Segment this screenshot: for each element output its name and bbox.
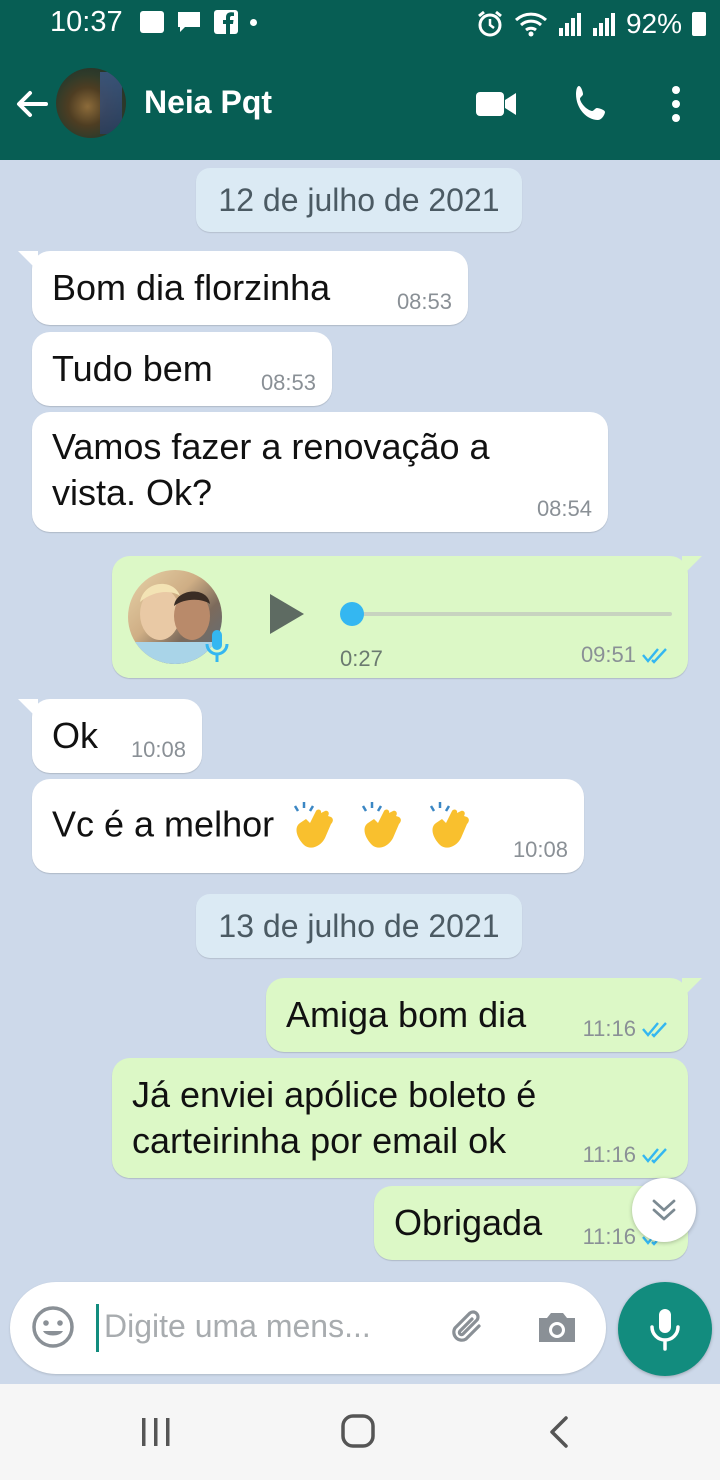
read-ticks-icon <box>642 648 667 664</box>
message-text: Já enviei apólice boleto é carteirinha p… <box>132 1072 536 1164</box>
message-meta: 09:51 <box>581 642 672 668</box>
message-incoming[interactable]: Ok 10:08 <box>18 699 202 773</box>
alarm-icon <box>478 10 502 37</box>
clapping-hands-emoji <box>290 802 484 848</box>
message-text-line: vista. Ok? <box>52 472 213 513</box>
audio-progress-track[interactable] <box>352 612 672 616</box>
message-meta: 10:08 <box>513 837 568 863</box>
message-time: 09:51 <box>580 642 636 667</box>
message-voice-outgoing[interactable]: 0:27 09:51 <box>112 556 702 678</box>
read-ticks-icon <box>642 1022 667 1038</box>
date-text: 12 de julho de 2021 <box>218 181 500 218</box>
chat-header: Neia Pqt <box>0 48 720 160</box>
contact-avatar[interactable] <box>56 68 126 138</box>
message-incoming[interactable]: Vc é a melhor 10:08 <box>32 779 584 873</box>
message-time: 11:16 <box>582 1016 636 1041</box>
status-bar: 10:37 92% <box>0 0 720 48</box>
audio-progress-knob[interactable] <box>340 602 364 626</box>
double-chevron-down-icon <box>652 1199 676 1221</box>
chat-icon <box>178 12 200 32</box>
battery-icon <box>692 12 706 36</box>
message-outgoing[interactable]: Amiga bom dia 11:16 <box>266 978 702 1052</box>
attach-icon[interactable] <box>446 1304 492 1350</box>
video-call-icon[interactable] <box>474 82 518 126</box>
audio-duration: 0:27 <box>340 646 383 671</box>
message-meta: 11:16 <box>583 1016 672 1042</box>
message-time: 08:53 <box>260 370 316 395</box>
mic-icon <box>205 630 229 662</box>
message-time: 11:16 <box>582 1142 636 1167</box>
message-text: Vc é a melhor <box>52 801 484 853</box>
chat-area[interactable]: 12 de julho de 2021 Bom dia florzinha 08… <box>0 160 720 1280</box>
message-text-main: Vc é a melhor <box>52 803 275 845</box>
dot-icon <box>250 18 257 26</box>
emoji-icon[interactable] <box>30 1304 76 1350</box>
message-text: Tudo bem <box>52 348 213 389</box>
play-icon[interactable] <box>264 590 308 638</box>
message-outgoing[interactable]: Já enviei apólice boleto é carteirinha p… <box>112 1058 688 1178</box>
message-time: 10:08 <box>512 837 568 862</box>
message-text: Vamos fazer a renovação a vista. Ok? <box>52 424 490 516</box>
message-time: 11:16 <box>582 1224 636 1249</box>
date-separator: 12 de julho de 2021 <box>196 168 522 232</box>
message-text-line: Já enviei apólice boleto é <box>132 1074 537 1115</box>
home-icon[interactable] <box>336 1412 380 1452</box>
message-text: Bom dia florzinha <box>52 267 331 308</box>
status-time: 10:37 <box>50 6 123 38</box>
message-text-line: carteirinha por email ok <box>132 1120 507 1161</box>
message-incoming[interactable]: Bom dia florzinha 08:53 <box>18 251 468 325</box>
text-cursor <box>96 1304 99 1352</box>
message-meta: 08:54 <box>537 496 592 522</box>
system-icons: 92% <box>476 8 706 40</box>
voice-record-button[interactable] <box>618 1282 712 1376</box>
message-incoming[interactable]: Vamos fazer a renovação a vista. Ok? 08:… <box>32 412 608 532</box>
wifi-icon <box>514 12 547 37</box>
battery-percent: 92% <box>625 8 682 39</box>
message-input[interactable]: Digite uma mens... <box>104 1308 371 1345</box>
message-text: Amiga bom dia <box>286 994 527 1035</box>
message-meta: 10:08 <box>131 737 186 763</box>
camera-icon[interactable] <box>534 1304 580 1350</box>
signal-icon <box>558 13 581 36</box>
mic-icon <box>650 1309 680 1351</box>
message-input-bar: Digite uma mens... <box>10 1282 606 1374</box>
signal-icon <box>592 13 615 36</box>
message-incoming[interactable]: Tudo bem 08:53 <box>32 332 332 406</box>
date-text: 13 de julho de 2021 <box>218 907 500 944</box>
phone-icon[interactable] <box>570 82 614 126</box>
notification-icons <box>140 10 257 34</box>
message-meta: 08:53 <box>261 370 316 396</box>
message-meta: 11:16 <box>583 1142 672 1168</box>
message-time: 08:54 <box>536 496 592 521</box>
back-icon[interactable] <box>538 1412 582 1452</box>
scroll-to-bottom-button[interactable] <box>632 1178 696 1242</box>
message-text: Ok <box>52 715 99 756</box>
message-time: 08:53 <box>396 289 452 314</box>
system-navigation-bar <box>0 1384 720 1480</box>
message-time: 10:08 <box>130 737 186 762</box>
message-text-line: Vamos fazer a renovação a <box>52 426 490 467</box>
more-vert-icon[interactable] <box>654 82 698 126</box>
read-ticks-icon <box>642 1148 667 1164</box>
facebook-icon <box>214 10 238 34</box>
recent-apps-icon[interactable] <box>134 1412 178 1452</box>
date-separator: 13 de julho de 2021 <box>196 894 522 958</box>
message-text: Obrigada <box>394 1202 543 1243</box>
contact-name[interactable]: Neia Pqt <box>144 84 272 121</box>
back-arrow-icon[interactable] <box>12 84 52 124</box>
message-meta: 08:53 <box>397 289 452 315</box>
image-icon <box>140 11 164 33</box>
